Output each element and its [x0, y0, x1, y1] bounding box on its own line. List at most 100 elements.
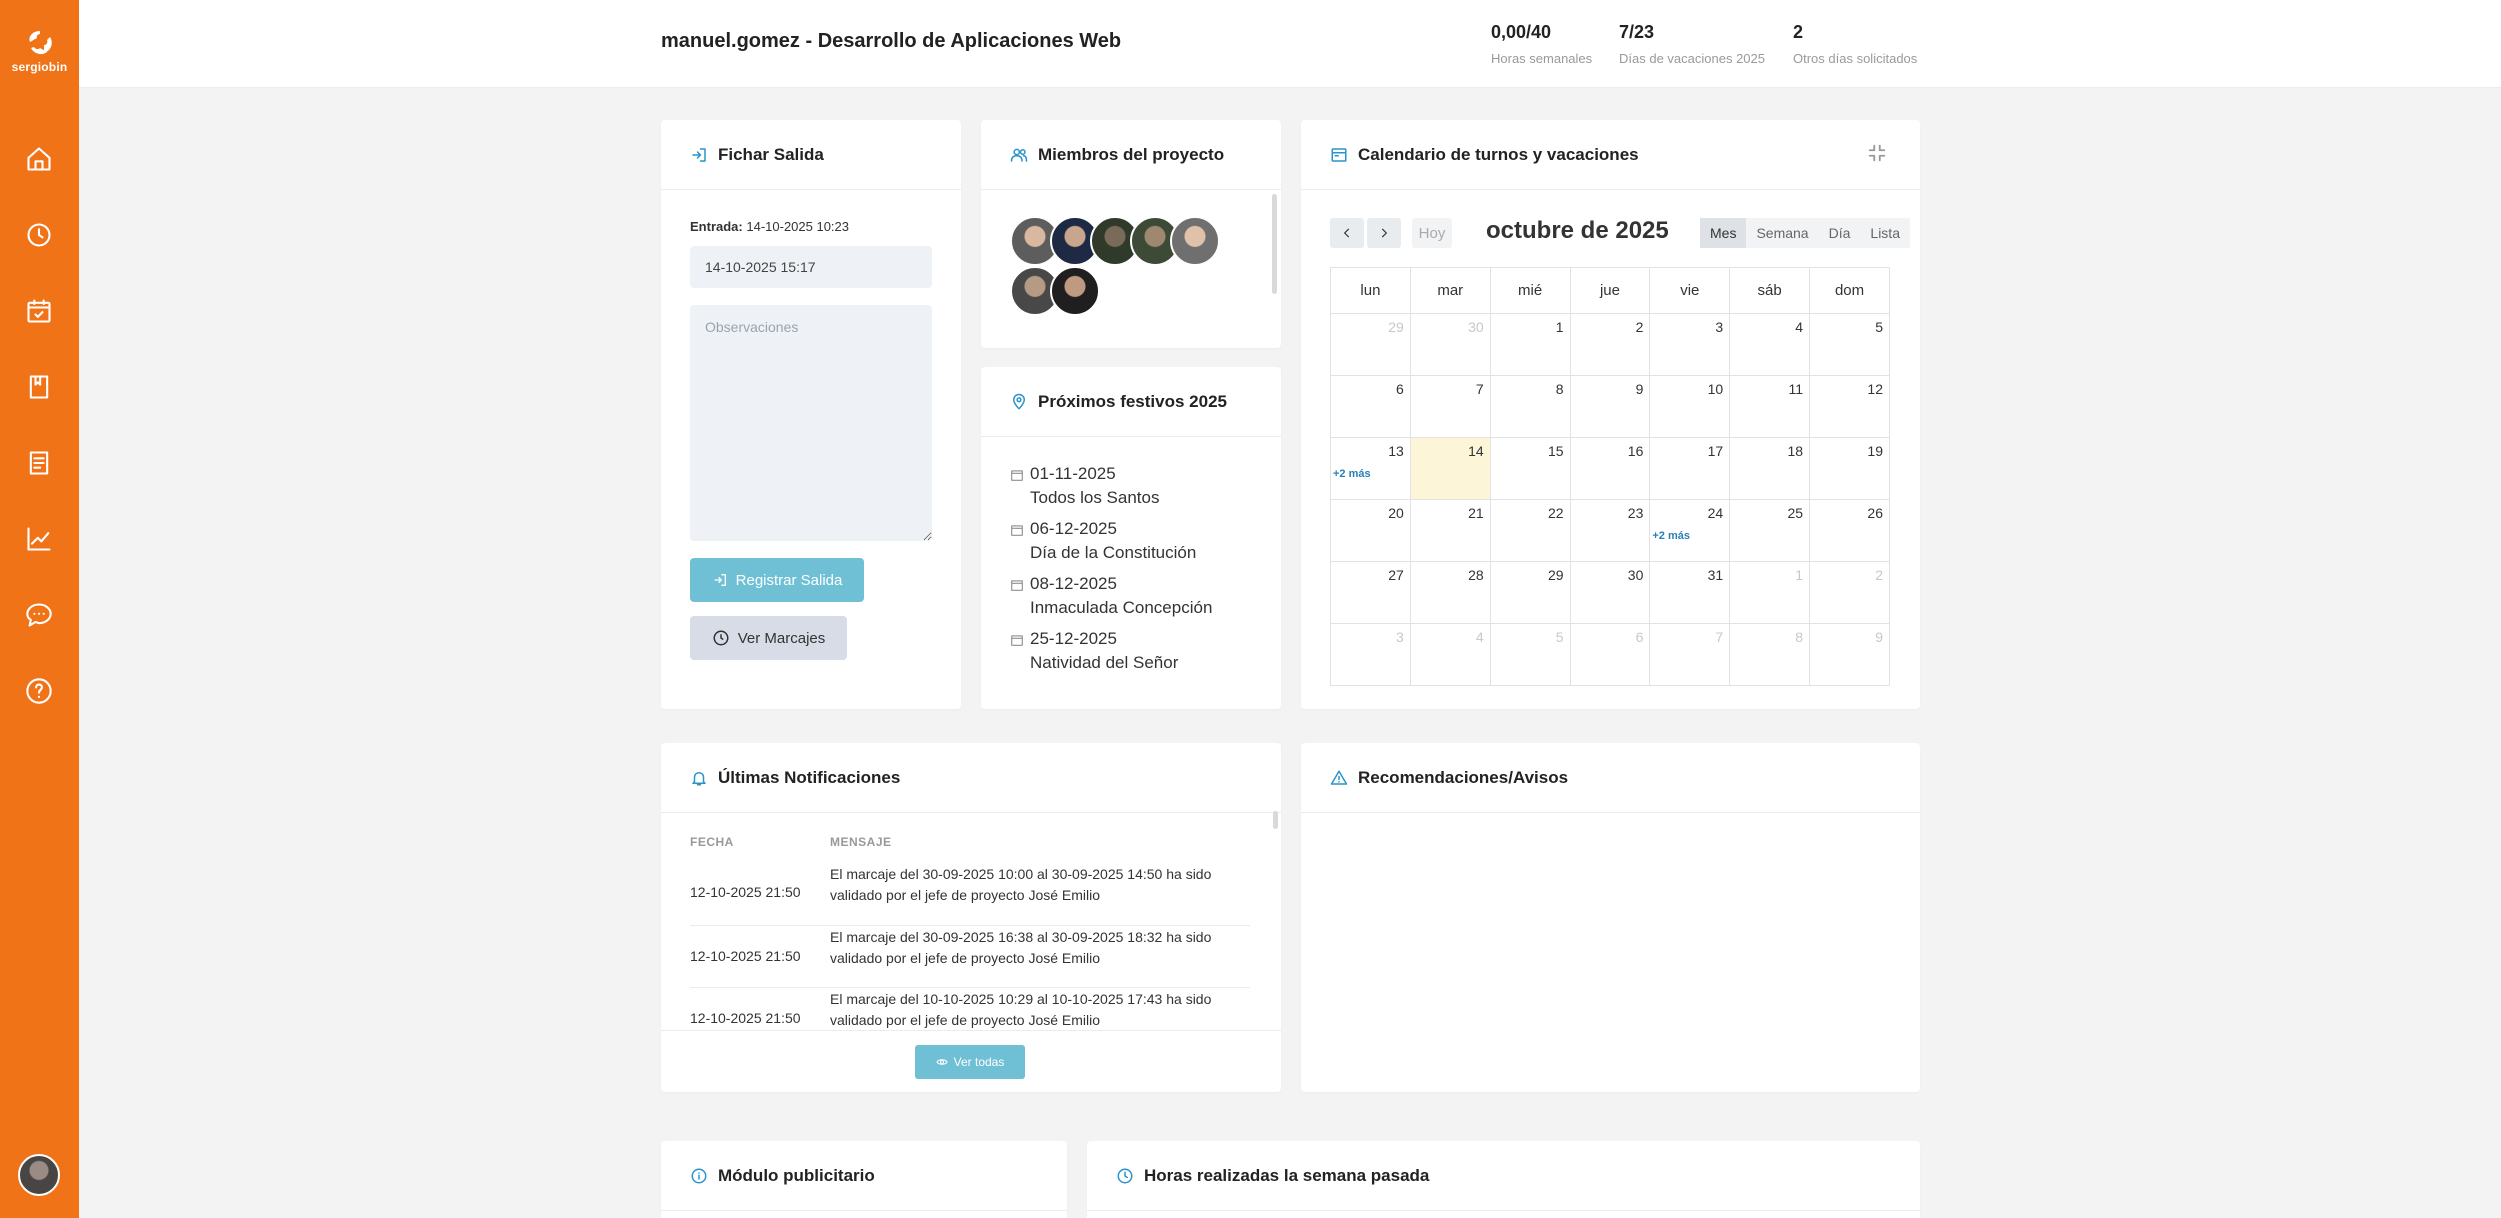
calendar-day[interactable]: 12	[1809, 375, 1890, 438]
header: manuel.gomez - Desarrollo de Aplicacione…	[79, 0, 2501, 88]
calendar-day[interactable]: 4	[1409, 623, 1491, 686]
calendar-day[interactable]: 21	[1409, 499, 1491, 562]
calendar-day[interactable]: 26	[1809, 499, 1890, 562]
brand-logo[interactable]: sergiobin	[0, 28, 79, 74]
bell-icon	[692, 771, 706, 785]
festivos-card: Próximos festivos 2025 01-11-2025 Todos …	[981, 367, 1281, 709]
collapse-icon[interactable]	[1866, 142, 1888, 164]
calendar-day[interactable]: 13 +2 más	[1330, 437, 1411, 500]
next-month-button[interactable]	[1367, 218, 1401, 248]
calendar-day[interactable]: 16	[1569, 437, 1651, 500]
calendar-day[interactable]: 25	[1729, 499, 1811, 562]
stat-value: 7/23	[1619, 22, 1655, 42]
chat-icon[interactable]	[20, 596, 58, 634]
weekday-header: mié	[1489, 267, 1571, 314]
home-icon[interactable]	[20, 140, 58, 178]
calendar-day[interactable]: 7	[1649, 623, 1731, 686]
card-title: Miembros del proyecto	[1038, 144, 1225, 164]
view-lista[interactable]: Lista	[1860, 218, 1910, 248]
calendar-icon	[1011, 635, 1023, 646]
calendar-day[interactable]: 22	[1489, 499, 1571, 562]
calendar-day[interactable]: 10	[1649, 375, 1731, 438]
view-semana[interactable]: Semana	[1746, 218, 1819, 248]
stat-label: Horas semanales	[1491, 51, 1593, 66]
card-title: Próximos festivos 2025	[1038, 391, 1227, 411]
calendar-day[interactable]: 15	[1489, 437, 1571, 500]
calendar-day[interactable]: 28	[1409, 561, 1491, 624]
notif-message: El marcaje del 10-10-2025 10:29 al 10-10…	[830, 991, 1212, 1028]
calendar-day[interactable]: 11	[1729, 375, 1811, 438]
book-icon[interactable]	[20, 368, 58, 406]
festivo-date: 08-12-2025	[1030, 574, 1117, 593]
publicitario-card: Módulo publicitario	[661, 1141, 1067, 1218]
calendar-day[interactable]: 1	[1489, 313, 1571, 376]
table-row[interactable]: 12-10-2025 21:50 El marcaje del 30-09-20…	[690, 926, 1250, 988]
calendar-day[interactable]: 2	[1809, 561, 1890, 624]
clock-icon[interactable]	[20, 216, 58, 254]
table-row[interactable]: 12-10-2025 21:50 El marcaje del 10-10-20…	[690, 988, 1250, 1030]
card-header: Horas realizadas la semana pasada	[1087, 1141, 1920, 1211]
calendar-day[interactable]: 4	[1729, 313, 1811, 376]
calendar-day[interactable]: 6	[1330, 375, 1411, 438]
calendar-day[interactable]: 7	[1409, 375, 1491, 438]
more-events-link[interactable]: +2 más	[1333, 468, 1371, 480]
sign-out-icon	[714, 574, 726, 586]
calendar-day[interactable]: 8	[1489, 375, 1571, 438]
calendar-day[interactable]: 31	[1649, 561, 1731, 624]
chart-line-icon[interactable]	[20, 520, 58, 558]
calendar-icon	[1011, 525, 1023, 536]
calendar-day[interactable]: 8	[1729, 623, 1811, 686]
view-dia[interactable]: Día	[1818, 218, 1861, 248]
notif-date: 12-10-2025 21:50	[690, 884, 801, 900]
today-button[interactable]: Hoy	[1412, 218, 1452, 248]
registrar-salida-button[interactable]: Registrar Salida	[690, 558, 864, 602]
calendar-day[interactable]: 29	[1330, 313, 1411, 376]
more-events-link[interactable]: +2 más	[1652, 530, 1690, 542]
calendar-day[interactable]: 27	[1330, 561, 1411, 624]
calendar-day[interactable]: 30	[1409, 313, 1491, 376]
help-icon[interactable]	[20, 672, 58, 710]
stat-value: 0,00/40	[1491, 22, 1552, 42]
miembros-card: Miembros del proyecto	[981, 120, 1281, 348]
card-header: Módulo publicitario	[661, 1141, 1067, 1211]
prev-month-button[interactable]	[1330, 218, 1364, 248]
scrollbar[interactable]	[1273, 811, 1278, 829]
observaciones-field[interactable]	[690, 305, 932, 541]
calendar-day[interactable]: 5	[1489, 623, 1571, 686]
calendar-day[interactable]: 9	[1809, 623, 1890, 686]
ver-marcajes-button[interactable]: Ver Marcajes	[690, 616, 847, 660]
view-mes[interactable]: Mes	[1700, 218, 1747, 248]
calendar-day[interactable]: 24 +2 más	[1649, 499, 1731, 562]
scrollbar[interactable]	[1272, 194, 1277, 294]
calendar-day[interactable]: 23	[1569, 499, 1651, 562]
ver-todas-button[interactable]: Ver todas	[915, 1045, 1025, 1079]
calendar-day[interactable]: 2	[1569, 313, 1651, 376]
calendar-day[interactable]: 3	[1330, 623, 1411, 686]
calendar-day[interactable]: 6	[1569, 623, 1651, 686]
recomendaciones-card: Recomendaciones/Avisos	[1301, 743, 1920, 1092]
notif-message: El marcaje del 30-09-2025 16:38 al 30-09…	[830, 929, 1212, 966]
calendar-day[interactable]: 20	[1330, 499, 1411, 562]
calendar-day[interactable]: 1	[1729, 561, 1811, 624]
notif-message: El marcaje del 30-09-2025 10:00 al 30-09…	[830, 866, 1212, 903]
calendar-day[interactable]: 17	[1649, 437, 1731, 500]
calendar-day[interactable]: 3	[1649, 313, 1731, 376]
calendar-check-icon[interactable]	[20, 292, 58, 330]
calendar-day[interactable]: 19	[1809, 437, 1890, 500]
calendar-day[interactable]: 5	[1809, 313, 1890, 376]
map-pin-icon	[1013, 393, 1025, 409]
calendar-day[interactable]: 29	[1489, 561, 1571, 624]
stat-vacaciones: 7/23 Días de vacaciones 2025	[1619, 22, 1765, 66]
calendar-day[interactable]: 9	[1569, 375, 1651, 438]
user-avatar[interactable]	[18, 1154, 60, 1196]
calendar-day-today[interactable]: 14	[1409, 437, 1491, 500]
avatar[interactable]	[1170, 216, 1220, 266]
card-title: Recomendaciones/Avisos	[1358, 767, 1569, 787]
calendar-day[interactable]: 18	[1729, 437, 1811, 500]
salida-datetime-input[interactable]	[690, 246, 932, 288]
calendar-day[interactable]: 30	[1569, 561, 1651, 624]
document-icon[interactable]	[20, 444, 58, 482]
stat-label: Otros días solicitados	[1793, 51, 1918, 66]
avatar[interactable]	[1050, 266, 1100, 316]
table-row[interactable]: 12-10-2025 21:50 El marcaje del 30-09-20…	[690, 864, 1250, 926]
